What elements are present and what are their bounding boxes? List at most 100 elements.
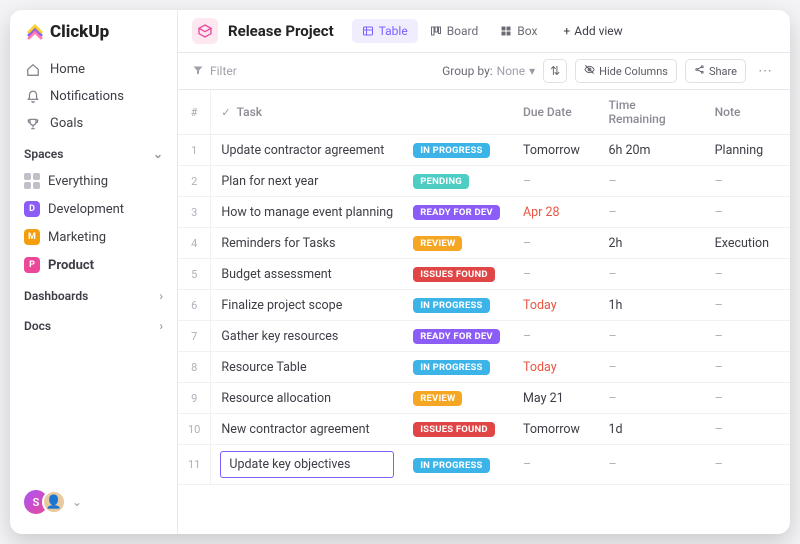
sort-button[interactable]: ⇅ [543,59,567,83]
task-note[interactable]: – [705,321,790,352]
task-status[interactable]: IN PROGRESS [403,290,513,321]
task-note[interactable]: – [705,352,790,383]
view-tab-table[interactable]: Table [352,19,418,43]
space-item-product[interactable]: PProduct [10,251,177,279]
task-due[interactable]: – [513,228,598,259]
task-title[interactable]: Finalize project scope [211,290,403,321]
filter-button[interactable]: Filter [192,64,237,79]
task-time-remaining[interactable]: – [598,197,704,228]
space-item-development[interactable]: DDevelopment [10,195,177,223]
task-due[interactable]: – [513,445,598,485]
add-view-button[interactable]: + Add view [555,19,630,43]
task-time-remaining[interactable]: 1d [598,414,704,445]
table-row[interactable]: 4Reminders for TasksREVIEW–2hExecution [178,228,790,259]
task-note[interactable]: – [705,414,790,445]
spaces-header[interactable]: Spaces ⌄ [10,137,177,167]
task-status[interactable]: IN PROGRESS [403,352,513,383]
task-note[interactable]: Planning [705,135,790,166]
share-button[interactable]: Share [685,59,746,83]
brand-logo[interactable]: ClickUp [10,22,177,56]
table-row[interactable]: 3How to manage event planningREADY FOR D… [178,197,790,228]
view-tab-board[interactable]: Board [420,19,489,43]
more-menu-button[interactable]: ⋯ [754,63,776,79]
view-tabs: TableBoardBox [352,19,548,43]
task-note[interactable]: – [705,166,790,197]
col-note[interactable]: Note [705,90,790,135]
space-everything[interactable]: Everything [10,167,177,195]
task-status[interactable]: REVIEW [403,228,513,259]
task-note[interactable]: – [705,259,790,290]
task-status[interactable]: READY FOR DEV [403,321,513,352]
task-time-remaining[interactable]: – [598,445,704,485]
task-time-remaining[interactable]: 2h [598,228,704,259]
table-row[interactable]: 7Gather key resourcesREADY FOR DEV––– [178,321,790,352]
filter-icon [192,64,204,79]
task-note[interactable]: – [705,197,790,228]
task-time-remaining[interactable]: 6h 20m [598,135,704,166]
user-avatars[interactable]: S 👤 ⌄ [10,482,177,522]
group-by-selector[interactable]: Group by: None ▾ [442,64,535,78]
task-due[interactable]: May 21 [513,383,598,414]
table-row[interactable]: 11Update key objectivesIN PROGRESS––– [178,445,790,485]
col-time[interactable]: Time Remaining [598,90,704,135]
task-time-remaining[interactable]: – [598,383,704,414]
task-time-remaining[interactable]: 1h [598,290,704,321]
task-due[interactable]: Tomorrow [513,135,598,166]
task-title[interactable]: Update key objectives [211,445,403,485]
task-status[interactable]: REVIEW [403,383,513,414]
col-task[interactable]: ✓Task [211,90,403,135]
table-row[interactable]: 2Plan for next yearPENDING––– [178,166,790,197]
table-row[interactable]: 1Update contractor agreementIN PROGRESST… [178,135,790,166]
task-status[interactable]: ISSUES FOUND [403,414,513,445]
docs-link[interactable]: Docs › [10,309,177,339]
space-label: Development [48,202,124,217]
nav-goals[interactable]: Goals [18,110,169,137]
task-due[interactable]: – [513,259,598,290]
task-status[interactable]: IN PROGRESS [403,135,513,166]
avatar[interactable]: 👤 [42,490,66,514]
task-title[interactable]: Plan for next year [211,166,403,197]
task-due[interactable]: Tomorrow [513,414,598,445]
task-note[interactable]: – [705,445,790,485]
task-due[interactable]: Today [513,352,598,383]
table-row[interactable]: 9Resource allocationREVIEWMay 21–– [178,383,790,414]
task-time-remaining[interactable]: – [598,352,704,383]
task-title[interactable]: Update contractor agreement [211,135,403,166]
table-row[interactable]: 8Resource TableIN PROGRESSToday–– [178,352,790,383]
task-note[interactable]: – [705,290,790,321]
task-status[interactable]: PENDING [403,166,513,197]
task-time-remaining[interactable]: – [598,166,704,197]
space-item-marketing[interactable]: MMarketing [10,223,177,251]
task-due[interactable]: – [513,166,598,197]
task-due[interactable]: Apr 28 [513,197,598,228]
row-number: 5 [178,259,211,290]
task-status[interactable]: READY FOR DEV [403,197,513,228]
task-title-input[interactable]: Update key objectives [220,451,394,478]
col-due[interactable]: Due Date [513,90,598,135]
table-row[interactable]: 5Budget assessmentISSUES FOUND––– [178,259,790,290]
task-title[interactable]: Resource allocation [211,383,403,414]
task-title[interactable]: Reminders for Tasks [211,228,403,259]
view-tab-box[interactable]: Box [490,19,547,43]
task-note[interactable]: Execution [705,228,790,259]
task-title[interactable]: Budget assessment [211,259,403,290]
col-status[interactable] [403,90,513,135]
task-status[interactable]: IN PROGRESS [403,445,513,485]
dashboards-link[interactable]: Dashboards › [10,279,177,309]
task-status[interactable]: ISSUES FOUND [403,259,513,290]
task-title[interactable]: New contractor agreement [211,414,403,445]
task-title[interactable]: How to manage event planning [211,197,403,228]
table-row[interactable]: 10New contractor agreementISSUES FOUNDTo… [178,414,790,445]
status-badge: IN PROGRESS [413,298,489,313]
task-time-remaining[interactable]: – [598,321,704,352]
task-due[interactable]: – [513,321,598,352]
hide-columns-button[interactable]: Hide Columns [575,59,677,83]
nav-notifications[interactable]: Notifications [18,83,169,110]
nav-home[interactable]: Home [18,56,169,83]
task-title[interactable]: Gather key resources [211,321,403,352]
table-row[interactable]: 6Finalize project scopeIN PROGRESSToday1… [178,290,790,321]
task-due[interactable]: Today [513,290,598,321]
task-time-remaining[interactable]: – [598,259,704,290]
task-note[interactable]: – [705,383,790,414]
task-title[interactable]: Resource Table [211,352,403,383]
